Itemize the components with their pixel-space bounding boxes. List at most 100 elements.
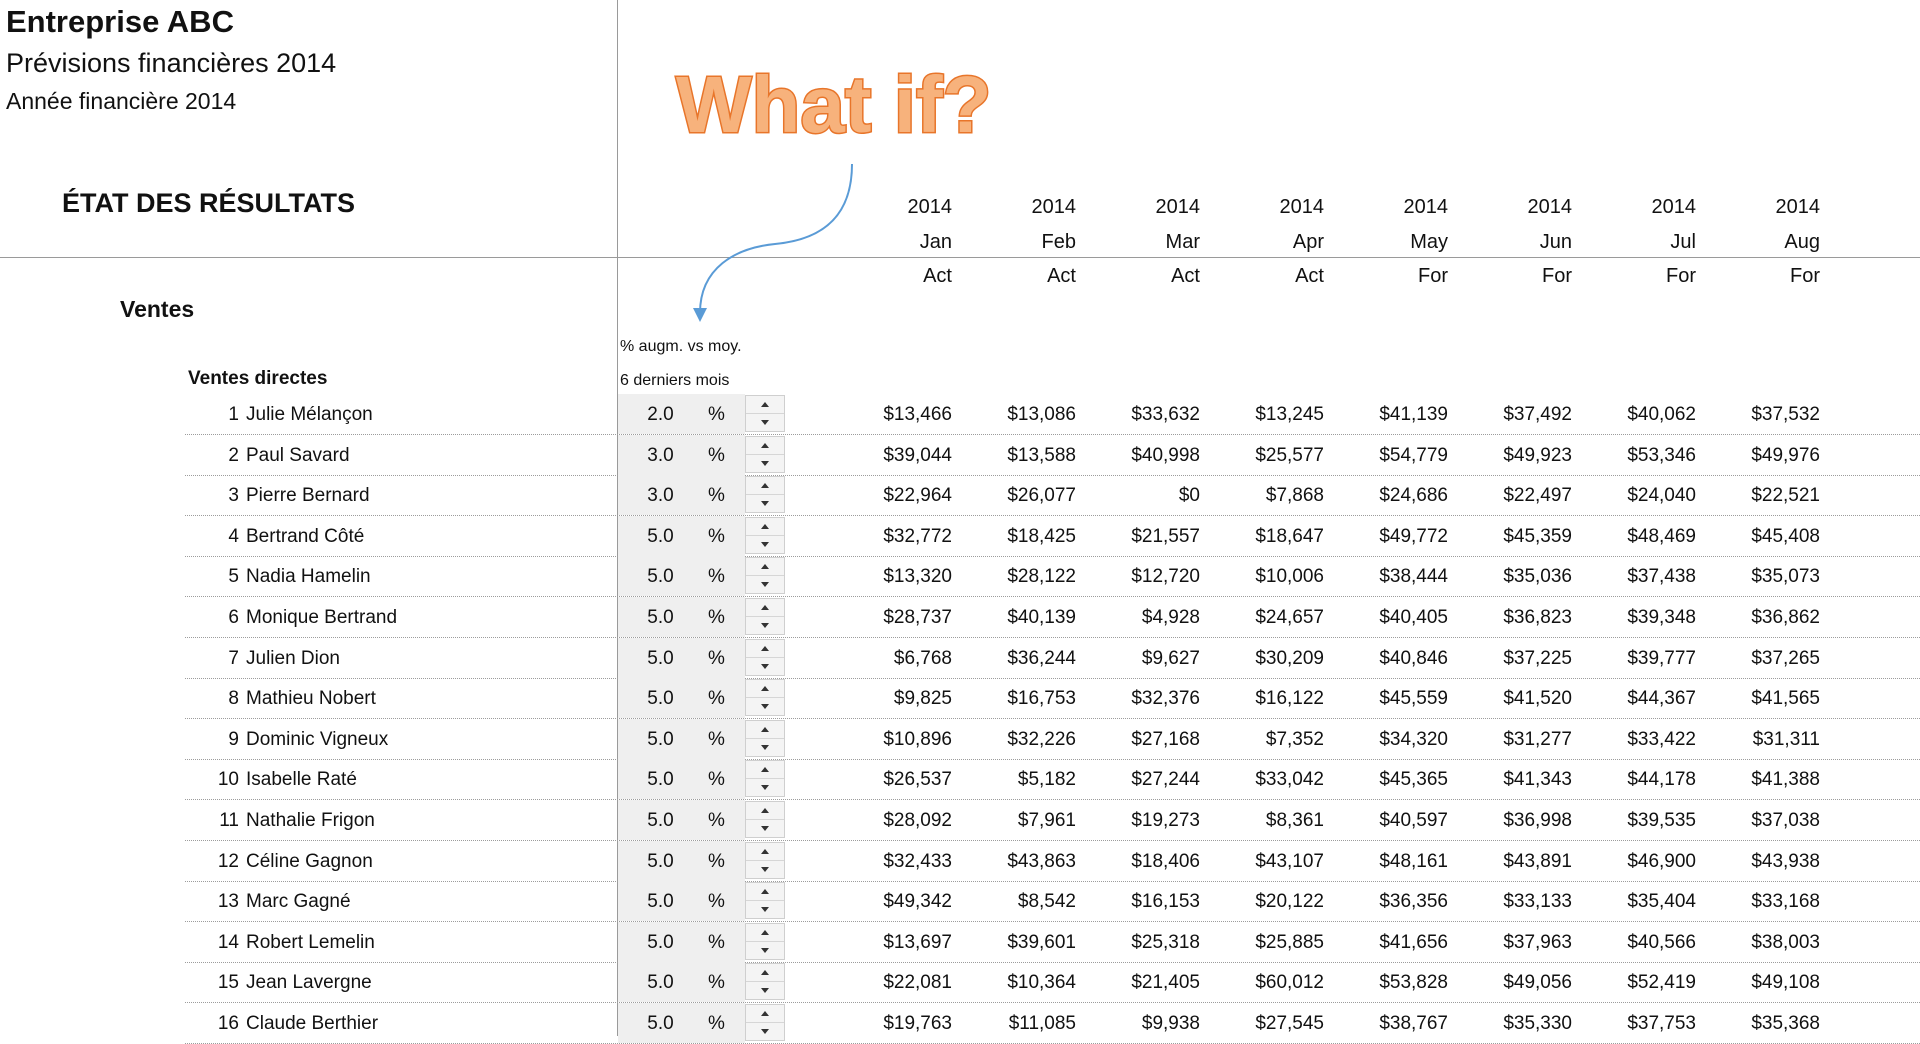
- pct-increase-cell[interactable]: 3.0%: [618, 435, 745, 475]
- subsection-title: Ventes directes: [188, 368, 328, 389]
- pct-spinner[interactable]: [745, 436, 785, 473]
- value-cell: $18,425: [1007, 526, 1076, 547]
- spinner-down-button[interactable]: [746, 861, 784, 878]
- spinner-up-button[interactable]: [746, 843, 784, 861]
- pct-unit: %: [708, 769, 725, 790]
- caret-up-icon: [761, 930, 769, 935]
- pct-increase-value[interactable]: 5.0: [638, 688, 683, 710]
- pct-spinner[interactable]: [745, 639, 785, 676]
- spinner-down-button[interactable]: [746, 536, 784, 553]
- spinner-up-button[interactable]: [746, 680, 784, 698]
- value-cell: $25,318: [1131, 932, 1200, 953]
- header-divider: [0, 257, 1920, 258]
- spinner-down-button[interactable]: [746, 982, 784, 999]
- value-cell: $27,545: [1255, 1013, 1324, 1034]
- pct-spinner[interactable]: [745, 923, 785, 960]
- pct-increase-value[interactable]: 5.0: [638, 607, 683, 629]
- spinner-down-button[interactable]: [746, 576, 784, 593]
- pct-spinner[interactable]: [745, 760, 785, 797]
- value-cell: $36,998: [1503, 810, 1572, 831]
- value-cell: $36,356: [1379, 891, 1448, 912]
- pct-increase-cell[interactable]: 5.0%: [618, 800, 745, 840]
- pct-increase-value[interactable]: 5.0: [638, 769, 683, 791]
- spinner-down-button[interactable]: [746, 942, 784, 959]
- salesperson-name: Robert Lemelin: [246, 932, 375, 953]
- spinner-down-button[interactable]: [746, 658, 784, 675]
- pct-spinner[interactable]: [745, 720, 785, 757]
- spinner-down-button[interactable]: [746, 779, 784, 796]
- spinner-up-button[interactable]: [746, 640, 784, 658]
- pct-increase-cell[interactable]: 5.0%: [618, 841, 745, 881]
- spinner-up-button[interactable]: [746, 558, 784, 576]
- spinner-down-button[interactable]: [746, 414, 784, 431]
- spinner-down-button[interactable]: [746, 739, 784, 756]
- spinner-down-button[interactable]: [746, 1023, 784, 1040]
- spinner-up-button[interactable]: [746, 964, 784, 982]
- pct-spinner[interactable]: [745, 679, 785, 716]
- pct-increase-cell[interactable]: 2.0%: [618, 394, 745, 434]
- pct-spinner[interactable]: [745, 557, 785, 594]
- pct-increase-value[interactable]: 5.0: [638, 810, 683, 832]
- pct-spinner[interactable]: [745, 598, 785, 635]
- spinner-down-button[interactable]: [746, 617, 784, 634]
- pct-spinner[interactable]: [745, 882, 785, 919]
- spinner-down-button[interactable]: [746, 455, 784, 472]
- spinner-up-button[interactable]: [746, 518, 784, 536]
- spinner-up-button[interactable]: [746, 437, 784, 455]
- pct-increase-value[interactable]: 2.0: [638, 404, 683, 426]
- spinner-down-button[interactable]: [746, 820, 784, 837]
- pct-increase-cell[interactable]: 5.0%: [618, 678, 745, 718]
- pct-increase-cell[interactable]: 5.0%: [618, 516, 745, 556]
- spinner-down-button[interactable]: [746, 495, 784, 512]
- pct-increase-cell[interactable]: 5.0%: [618, 922, 745, 962]
- pct-increase-value[interactable]: 5.0: [638, 1013, 683, 1035]
- value-cell: $8,361: [1265, 810, 1324, 831]
- pct-unit: %: [708, 1013, 725, 1034]
- spinner-up-button[interactable]: [746, 924, 784, 942]
- pct-increase-cell[interactable]: 3.0%: [618, 475, 745, 515]
- pct-increase-value[interactable]: 5.0: [638, 729, 683, 751]
- pct-spinner[interactable]: [745, 476, 785, 513]
- pct-increase-cell[interactable]: 5.0%: [618, 597, 745, 637]
- spinner-down-button[interactable]: [746, 901, 784, 918]
- pct-increase-value[interactable]: 5.0: [638, 648, 683, 670]
- spinner-up-button[interactable]: [746, 883, 784, 901]
- value-cell: $37,492: [1503, 404, 1572, 425]
- value-cell: $5,182: [1017, 769, 1076, 790]
- pct-increase-value[interactable]: 5.0: [638, 851, 683, 873]
- pct-increase-value[interactable]: 3.0: [638, 485, 683, 507]
- spinner-up-button[interactable]: [746, 1005, 784, 1023]
- pct-increase-cell[interactable]: 5.0%: [618, 556, 745, 596]
- table-row: 2 Paul Savard 3.0% $39,044 $13,588 $40,998 $25…: [185, 435, 1920, 476]
- spinner-up-button[interactable]: [746, 761, 784, 779]
- pct-increase-value[interactable]: 5.0: [638, 972, 683, 994]
- pct-increase-cell[interactable]: 5.0%: [618, 719, 745, 759]
- pct-increase-value[interactable]: 5.0: [638, 566, 683, 588]
- value-cell: $46,900: [1627, 851, 1696, 872]
- pct-increase-value[interactable]: 5.0: [638, 526, 683, 548]
- spinner-up-button[interactable]: [746, 599, 784, 617]
- pct-increase-value[interactable]: 5.0: [638, 891, 683, 913]
- spinner-up-button[interactable]: [746, 477, 784, 495]
- pct-spinner[interactable]: [745, 517, 785, 554]
- pct-increase-cell[interactable]: 5.0%: [618, 759, 745, 799]
- pct-increase-value[interactable]: 5.0: [638, 932, 683, 954]
- pct-spinner[interactable]: [745, 963, 785, 1000]
- row-number: 3: [228, 485, 239, 506]
- pct-spinner[interactable]: [745, 395, 785, 432]
- caret-down-icon: [761, 501, 769, 506]
- pct-spinner[interactable]: [745, 842, 785, 879]
- pct-increase-cell[interactable]: 5.0%: [618, 962, 745, 1002]
- pct-increase-cell[interactable]: 5.0%: [618, 1003, 745, 1043]
- value-cell: $40,405: [1379, 607, 1448, 628]
- spinner-up-button[interactable]: [746, 721, 784, 739]
- pct-increase-cell[interactable]: 5.0%: [618, 881, 745, 921]
- pct-spinner[interactable]: [745, 1004, 785, 1041]
- spinner-down-button[interactable]: [746, 698, 784, 715]
- pct-increase-cell[interactable]: 5.0%: [618, 638, 745, 678]
- pct-increase-value[interactable]: 3.0: [638, 445, 683, 467]
- pct-spinner[interactable]: [745, 801, 785, 838]
- spinner-up-button[interactable]: [746, 396, 784, 414]
- spinner-up-button[interactable]: [746, 802, 784, 820]
- caret-up-icon: [761, 849, 769, 854]
